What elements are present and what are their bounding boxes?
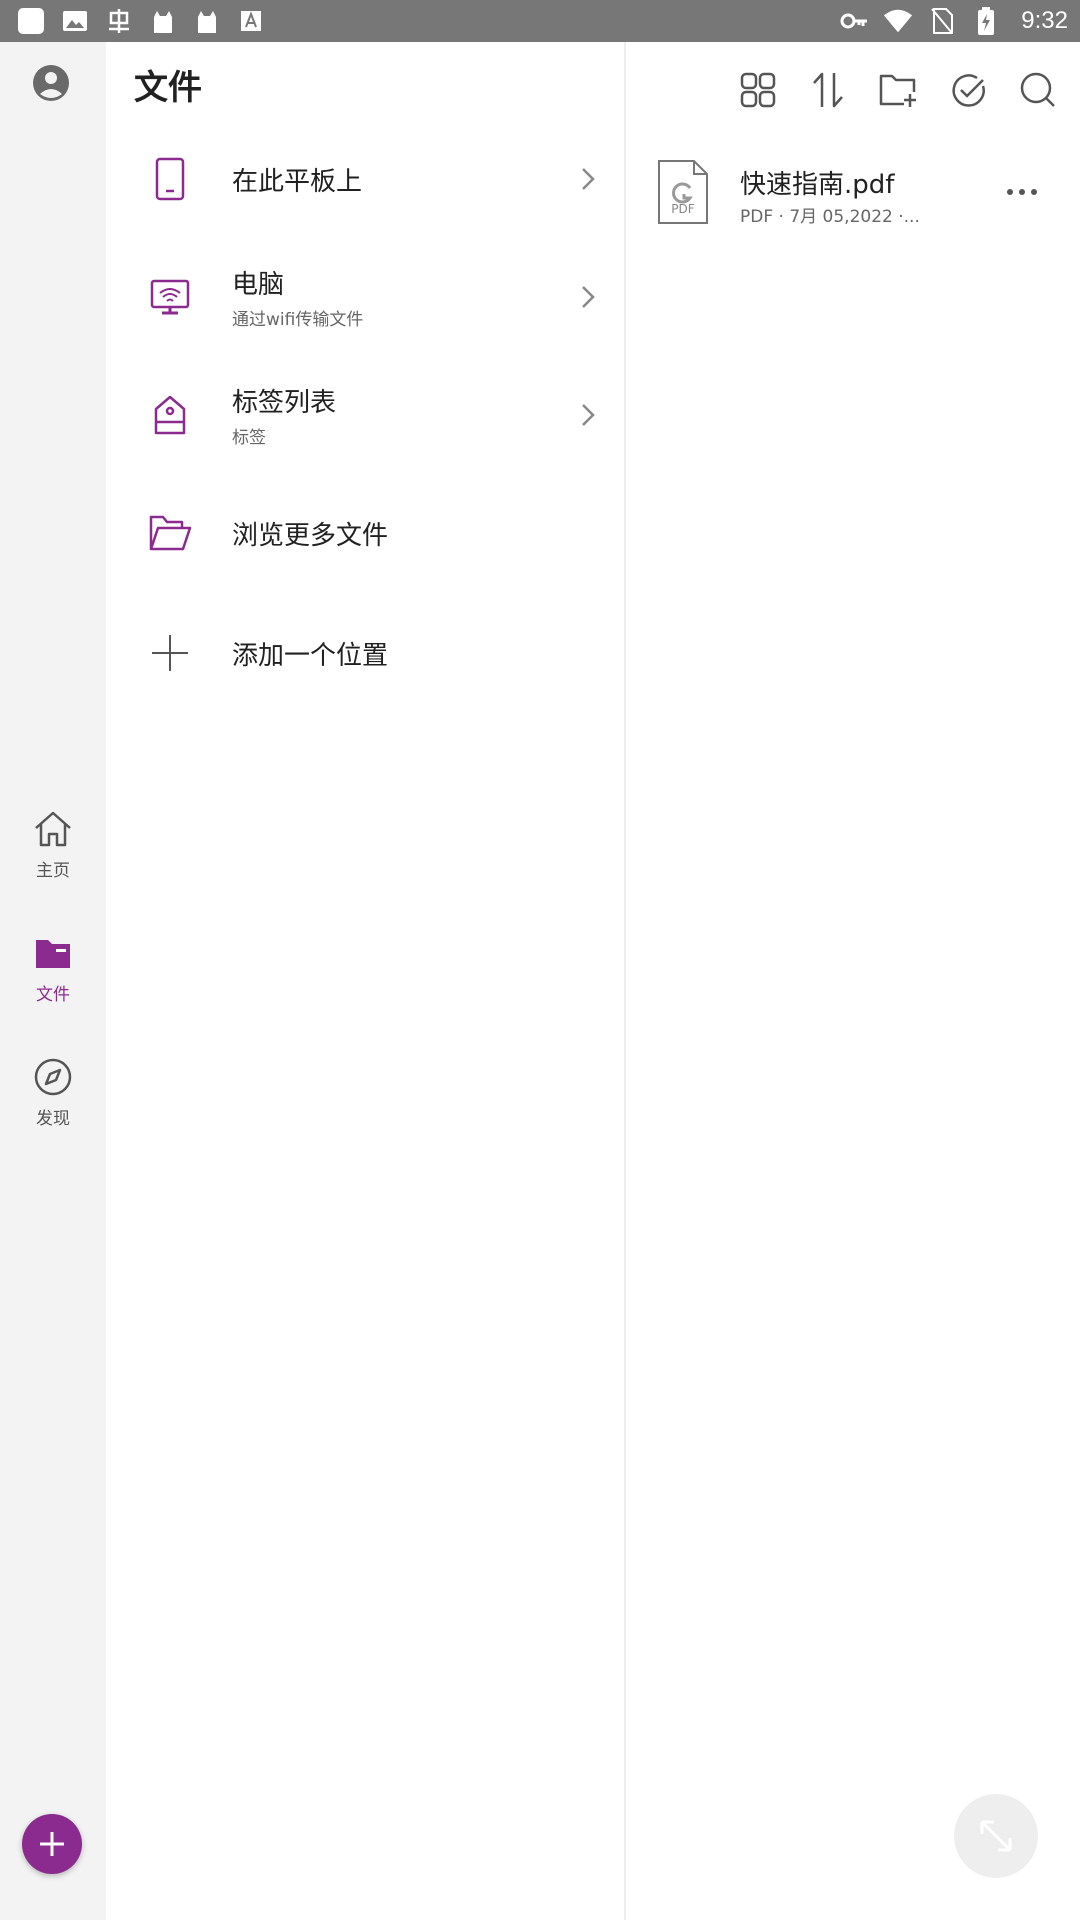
status-bar: 9:32 [0,0,1080,42]
nav-item-files[interactable]: 文件 [0,932,106,1022]
file-list-panel: PDF 快速指南.pdf PDF · 7月 05,2022 ·... [628,42,1080,1920]
location-on-tablet[interactable]: 在此平板上 [106,124,626,234]
files-locations-panel: 文件 在此平板上 电脑 通过wifi传输文件 标签列表 标签 浏览更多文件 添加… [106,42,626,1920]
new-folder-icon[interactable] [876,68,920,112]
file-list-item[interactable]: PDF 快速指南.pdf PDF · 7月 05,2022 ·... [628,154,1080,234]
expand-icon [980,1820,1012,1852]
account-icon [33,65,69,101]
no-sim-icon [927,6,957,36]
status-left [16,6,266,36]
app-square-icon [16,6,46,36]
tablet-icon [148,157,192,201]
avatar[interactable] [32,64,70,102]
add-fab-button[interactable] [22,1814,82,1874]
wifi-icon [883,6,913,36]
location-title: 电脑 [232,270,285,300]
nav-item-discover[interactable]: 发现 [0,1056,106,1146]
location-add[interactable]: 添加一个位置 [106,598,626,708]
select-check-icon[interactable] [946,68,990,112]
nav-item-home[interactable]: 主页 [0,808,106,898]
location-title: 在此平板上 [232,166,363,197]
location-subtitle: 通过wifi传输文件 [232,310,364,330]
nav-label-discover: 发现 [36,1109,70,1129]
file-name: 快速指南.pdf [740,170,895,200]
plus-icon [148,631,192,675]
plus-icon [40,1832,64,1856]
status-right: 9:32 [839,6,1068,36]
folder-icon [32,932,74,974]
location-title: 添加一个位置 [232,640,389,671]
nav-label-home: 主页 [36,861,70,881]
tag-icon [148,393,192,437]
key-icon [839,6,869,36]
toolbar [736,68,1060,112]
pdf-file-icon: PDF [656,158,710,226]
nav-label-files: 文件 [36,985,70,1005]
monitor-wifi-icon [148,275,192,319]
page-title: 文件 [134,68,202,108]
more-options-icon[interactable] [1002,172,1042,212]
location-tags[interactable]: 标签列表 标签 [106,360,626,470]
battery-charging-icon [971,6,1001,36]
folder-open-icon [148,511,192,555]
home-icon [32,808,74,850]
grid-view-icon[interactable] [736,68,780,112]
chevron-right-icon [576,403,600,427]
status-time: 9:32 [1021,7,1068,34]
font-icon [236,6,266,36]
cat-icon [148,6,178,36]
expand-panel-button[interactable] [954,1794,1038,1878]
image-icon [60,6,90,36]
compass-icon [32,1056,74,1098]
file-meta: PDF · 7月 05,2022 ·... [740,207,920,227]
file-type-label: PDF [671,202,695,216]
chinese-char-icon [104,6,134,36]
cat-icon [192,6,222,36]
location-subtitle: 标签 [232,428,266,448]
sort-icon[interactable] [806,68,850,112]
location-browse-more[interactable]: 浏览更多文件 [106,478,626,588]
location-title: 标签列表 [232,388,337,418]
search-icon[interactable] [1016,68,1060,112]
location-title: 浏览更多文件 [232,520,389,551]
chevron-right-icon [576,167,600,191]
location-computer[interactable]: 电脑 通过wifi传输文件 [106,242,626,352]
navigation-rail: 主页 文件 发现 [0,42,106,1920]
chevron-right-icon [576,285,600,309]
